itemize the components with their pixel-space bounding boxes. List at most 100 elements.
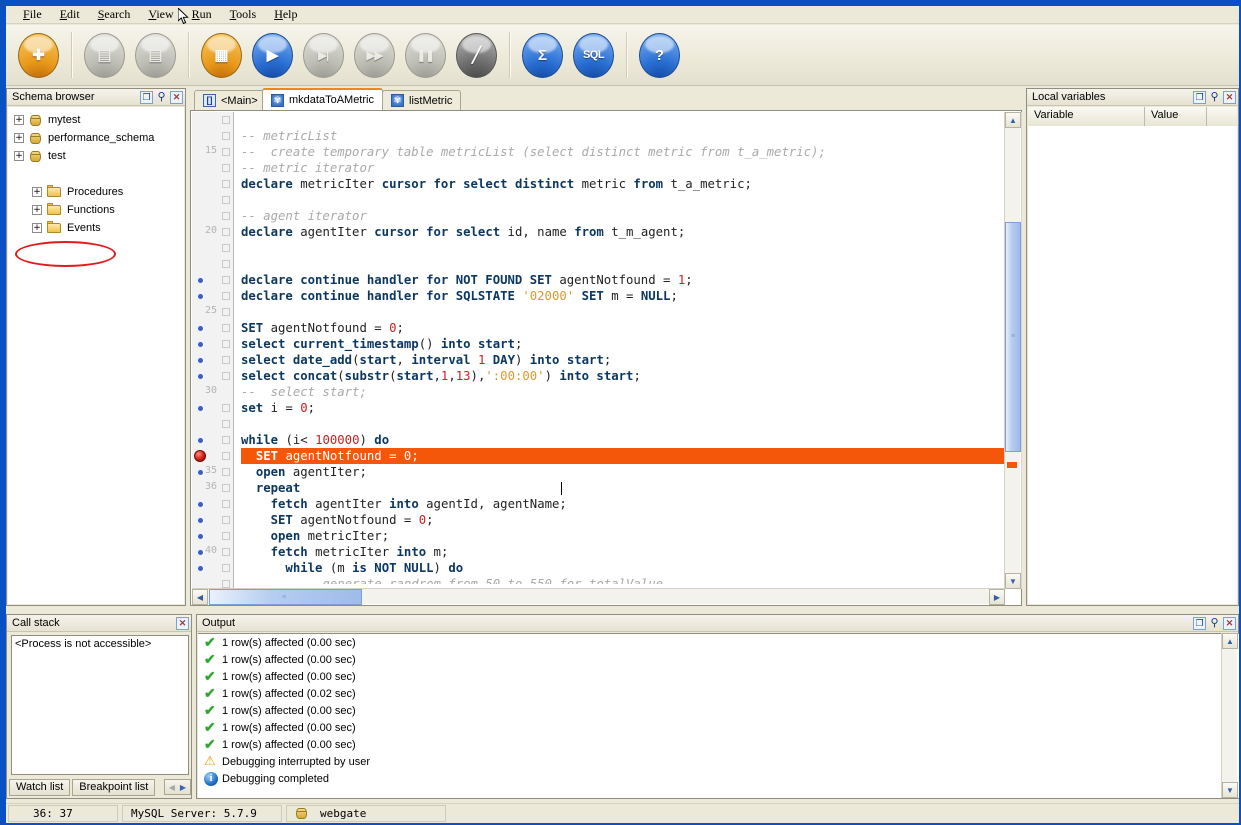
tab-listmetric[interactable]: ✾ listMetric — [382, 90, 462, 110]
code-viewport[interactable]: -- metricList -- create temporary table m… — [235, 112, 1006, 589]
fold-marker-icon[interactable] — [222, 132, 230, 140]
code-line[interactable]: declare agentIter cursor for select id, … — [241, 224, 1006, 240]
menu-item-view[interactable]: View — [139, 6, 182, 23]
close-icon[interactable]: ✕ — [1223, 616, 1236, 630]
code-line[interactable]: SET agentNotfound = 0; — [241, 320, 1006, 336]
code-line[interactable]: repeat — [241, 480, 1006, 496]
tab-main[interactable]: [] <Main> — [194, 90, 267, 110]
tab-watch-list[interactable]: Watch list — [9, 778, 71, 796]
code-line-current[interactable]: SET agentNotfound = 0; — [241, 448, 1006, 464]
fold-marker-icon[interactable] — [222, 452, 230, 460]
gutter-row[interactable] — [192, 336, 233, 352]
code-editor[interactable]: 15 20 25 30 35 36 40 -- metricList -- create te… — [190, 110, 1022, 606]
output-row[interactable]: i Debugging completed — [198, 770, 1239, 787]
fold-marker-icon[interactable] — [222, 500, 230, 508]
code-line[interactable] — [241, 240, 1006, 256]
tab-nav-next-icon[interactable]: ▶ — [178, 783, 188, 792]
code-line[interactable]: open metricIter; — [241, 528, 1006, 544]
gutter-row[interactable] — [192, 528, 233, 544]
code-line[interactable]: -- generate randrom from 50 to 550 for t… — [241, 576, 1006, 584]
gutter-row[interactable] — [192, 448, 233, 464]
scroll-down-arrow[interactable]: ▼ — [1222, 782, 1238, 798]
output-row[interactable]: Debugging interrupted by user — [198, 753, 1239, 770]
output-vertical-scrollbar[interactable]: ▲ ▼ — [1221, 633, 1238, 798]
expander-icon[interactable]: + — [14, 151, 24, 161]
vertical-scroll-thumb[interactable]: ≡ — [1005, 222, 1021, 452]
code-line[interactable]: open agentIter; — [241, 464, 1006, 480]
tree-item-events[interactable]: + Events — [8, 219, 184, 237]
scroll-right-arrow[interactable]: ▶ — [989, 589, 1005, 605]
tab-mkdatatoametric[interactable]: ✾ mkdataToAMetric — [262, 88, 383, 110]
scroll-up-arrow[interactable]: ▲ — [1005, 112, 1021, 128]
code-line[interactable] — [241, 192, 1006, 208]
close-icon[interactable]: ✕ — [1223, 90, 1236, 104]
fold-marker-icon[interactable] — [222, 516, 230, 524]
tree-item-procedures[interactable]: + Procedures — [8, 183, 184, 201]
output-row[interactable]: 1 row(s) affected (0.00 sec) — [198, 719, 1239, 736]
output-list[interactable]: 1 row(s) affected (0.00 sec) 1 row(s) aff… — [198, 633, 1239, 798]
gutter-row[interactable] — [192, 560, 233, 576]
tab-nav-prev-icon[interactable]: ◀ — [167, 783, 177, 792]
step-over-button[interactable]: ▶| — [301, 32, 346, 78]
gutter-row[interactable]: 20 — [192, 224, 233, 240]
scroll-down-arrow[interactable]: ▼ — [1005, 573, 1021, 589]
menu-item-search[interactable]: Search — [89, 6, 140, 23]
code-line[interactable] — [241, 304, 1006, 320]
gutter-row[interactable] — [192, 112, 233, 128]
code-line[interactable]: declare continue handler for SQLSTATE '0… — [241, 288, 1006, 304]
code-line[interactable] — [241, 416, 1006, 432]
column-header-value[interactable]: Value — [1145, 107, 1207, 126]
fold-marker-icon[interactable] — [222, 532, 230, 540]
horizontal-scroll-thumb[interactable]: ≡ — [209, 589, 362, 605]
close-icon[interactable]: ✕ — [170, 90, 183, 104]
fold-marker-icon[interactable] — [222, 148, 230, 156]
fold-marker-icon[interactable] — [222, 404, 230, 412]
run-button[interactable]: ▶ — [250, 32, 295, 78]
stop-button[interactable]: ╱ — [454, 32, 499, 78]
compile-button[interactable]: ▦ — [199, 32, 244, 78]
code-line[interactable]: set i = 0; — [241, 400, 1006, 416]
call-stack-content[interactable]: <Process is not accessible> — [11, 635, 189, 775]
fold-marker-icon[interactable] — [222, 116, 230, 124]
gutter-row[interactable] — [192, 208, 233, 224]
output-row[interactable]: 1 row(s) affected (0.00 sec) — [198, 702, 1239, 719]
code-line[interactable]: -- select start; — [241, 384, 1006, 400]
gutter-row[interactable] — [192, 512, 233, 528]
gutter-row[interactable] — [192, 256, 233, 272]
step-into-button[interactable]: ▶▶ — [352, 32, 397, 78]
expander-icon[interactable]: + — [14, 133, 24, 143]
scroll-left-arrow[interactable]: ◀ — [192, 589, 208, 605]
fold-marker-icon[interactable] — [222, 580, 230, 588]
new-button[interactable]: ✚ — [16, 32, 61, 78]
code-line[interactable]: -- metric iterator — [241, 160, 1006, 176]
close-icon[interactable]: ✕ — [176, 616, 189, 630]
expander-icon[interactable]: + — [32, 187, 42, 197]
code-line[interactable]: -- agent iterator — [241, 208, 1006, 224]
sql-button[interactable]: SQL — [571, 32, 616, 78]
local-variables-list[interactable] — [1028, 126, 1237, 604]
output-row[interactable]: 1 row(s) affected (0.00 sec) — [198, 651, 1239, 668]
output-row[interactable]: 1 row(s) affected (0.00 sec) — [198, 668, 1239, 685]
code-line[interactable] — [241, 112, 1006, 128]
pin-icon[interactable]: ⚲ — [155, 91, 168, 104]
fold-marker-icon[interactable] — [222, 564, 230, 572]
gutter-row[interactable] — [192, 160, 233, 176]
tree-item-mytest[interactable]: + mytest — [8, 111, 184, 129]
column-header-variable[interactable]: Variable — [1028, 107, 1145, 126]
maximize-icon[interactable]: ❐ — [1193, 90, 1206, 104]
code-line[interactable]: -- create temporary table metricList (se… — [241, 144, 1006, 160]
gutter-row[interactable] — [192, 432, 233, 448]
code-line[interactable]: select current_timestamp() into start; — [241, 336, 1006, 352]
gutter-row[interactable]: 35 — [192, 464, 233, 480]
gutter-row[interactable] — [192, 496, 233, 512]
menu-item-tools[interactable]: Tools — [221, 6, 266, 23]
tree-item-test[interactable]: + test — [8, 147, 184, 165]
tree-item-functions[interactable]: + Functions — [8, 201, 184, 219]
code-line[interactable]: while (m is NOT NULL) do — [241, 560, 1006, 576]
code-line[interactable]: select concat(substr(start,1,13),':00:00… — [241, 368, 1006, 384]
fold-marker-icon[interactable] — [222, 276, 230, 284]
gutter-row[interactable]: 40 — [192, 544, 233, 560]
pause-button[interactable]: ❚❚ — [403, 32, 448, 78]
sum-button[interactable]: Σ — [520, 32, 565, 78]
gutter-row[interactable]: 25 — [192, 304, 233, 320]
